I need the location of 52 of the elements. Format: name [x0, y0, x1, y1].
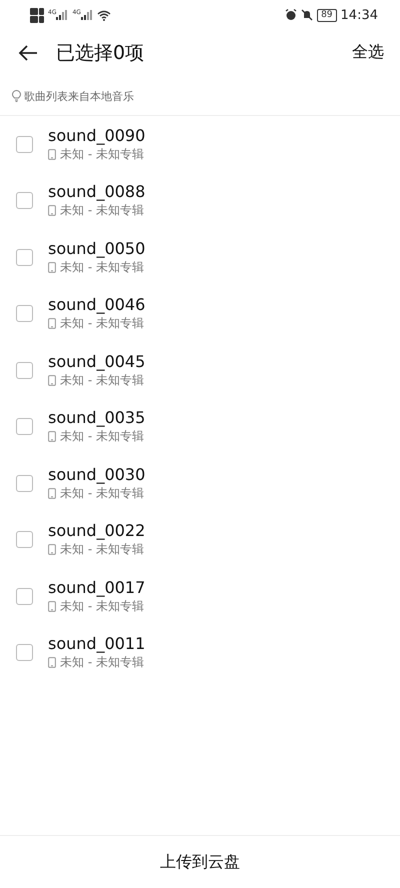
- song-title: sound_0017: [48, 578, 146, 598]
- song-subtitle: 未知 - 未知专辑: [60, 598, 144, 615]
- muted-bell-icon: [301, 9, 314, 21]
- song-subtitle: 未知 - 未知专辑: [60, 484, 144, 502]
- song-title: sound_0030: [48, 464, 146, 485]
- phone-icon: [48, 488, 56, 499]
- song-title: sound_0011: [48, 634, 146, 654]
- phone-icon: [48, 544, 56, 556]
- checkbox[interactable]: [16, 248, 33, 266]
- phone-icon: [48, 148, 56, 160]
- song-title: sound_0046: [48, 295, 146, 316]
- wifi-icon: [96, 10, 111, 20]
- checkbox[interactable]: [16, 588, 33, 605]
- phone-icon: [48, 374, 56, 386]
- phone-icon: [48, 431, 56, 442]
- song-title: sound_0090: [48, 126, 146, 146]
- checkbox[interactable]: [16, 362, 33, 379]
- phone-icon: [48, 318, 56, 330]
- page-title: 已选择0项: [56, 40, 146, 66]
- hint-text: 歌曲列表来自本地音乐: [24, 88, 134, 104]
- song-subtitle: 未知 - 未知专辑: [60, 258, 144, 276]
- song-subtitle: 未知 - 未知专辑: [60, 146, 144, 163]
- checkbox[interactable]: [16, 644, 33, 662]
- checkbox[interactable]: [16, 192, 33, 210]
- song-title: sound_0050: [48, 238, 146, 259]
- clock: 14:34: [340, 8, 378, 22]
- song-subtitle: 未知 - 未知专辑: [60, 428, 144, 446]
- checkbox[interactable]: [16, 136, 33, 153]
- song-title: sound_0035: [48, 408, 146, 428]
- phone-icon: [48, 205, 56, 216]
- upload-button[interactable]: 上传到云盘: [152, 848, 248, 876]
- song-subtitle: 未知 - 未知专辑: [60, 202, 144, 220]
- signal-icon: [56, 10, 68, 20]
- phone-icon: [48, 657, 56, 668]
- song-subtitle: 未知 - 未知专辑: [60, 541, 144, 558]
- checkbox[interactable]: [16, 474, 33, 492]
- select-all-button[interactable]: 全选: [352, 42, 384, 63]
- alarm-icon: [285, 9, 298, 21]
- song-subtitle: 未知 - 未知专辑: [60, 372, 144, 389]
- phone-icon: [48, 600, 56, 612]
- signal-icon: [80, 10, 93, 20]
- battery-level: 89: [317, 8, 337, 22]
- song-title: sound_0022: [48, 521, 146, 542]
- song-subtitle: 未知 - 未知专辑: [60, 315, 144, 332]
- lightbulb-icon: [12, 90, 21, 102]
- song-subtitle: 未知 - 未知专辑: [60, 654, 144, 672]
- checkbox[interactable]: [16, 531, 33, 548]
- checkbox[interactable]: [16, 418, 33, 436]
- phone-icon: [48, 262, 56, 273]
- checkbox[interactable]: [16, 305, 33, 322]
- song-title: sound_0088: [48, 182, 146, 202]
- song-title: sound_0045: [48, 352, 146, 372]
